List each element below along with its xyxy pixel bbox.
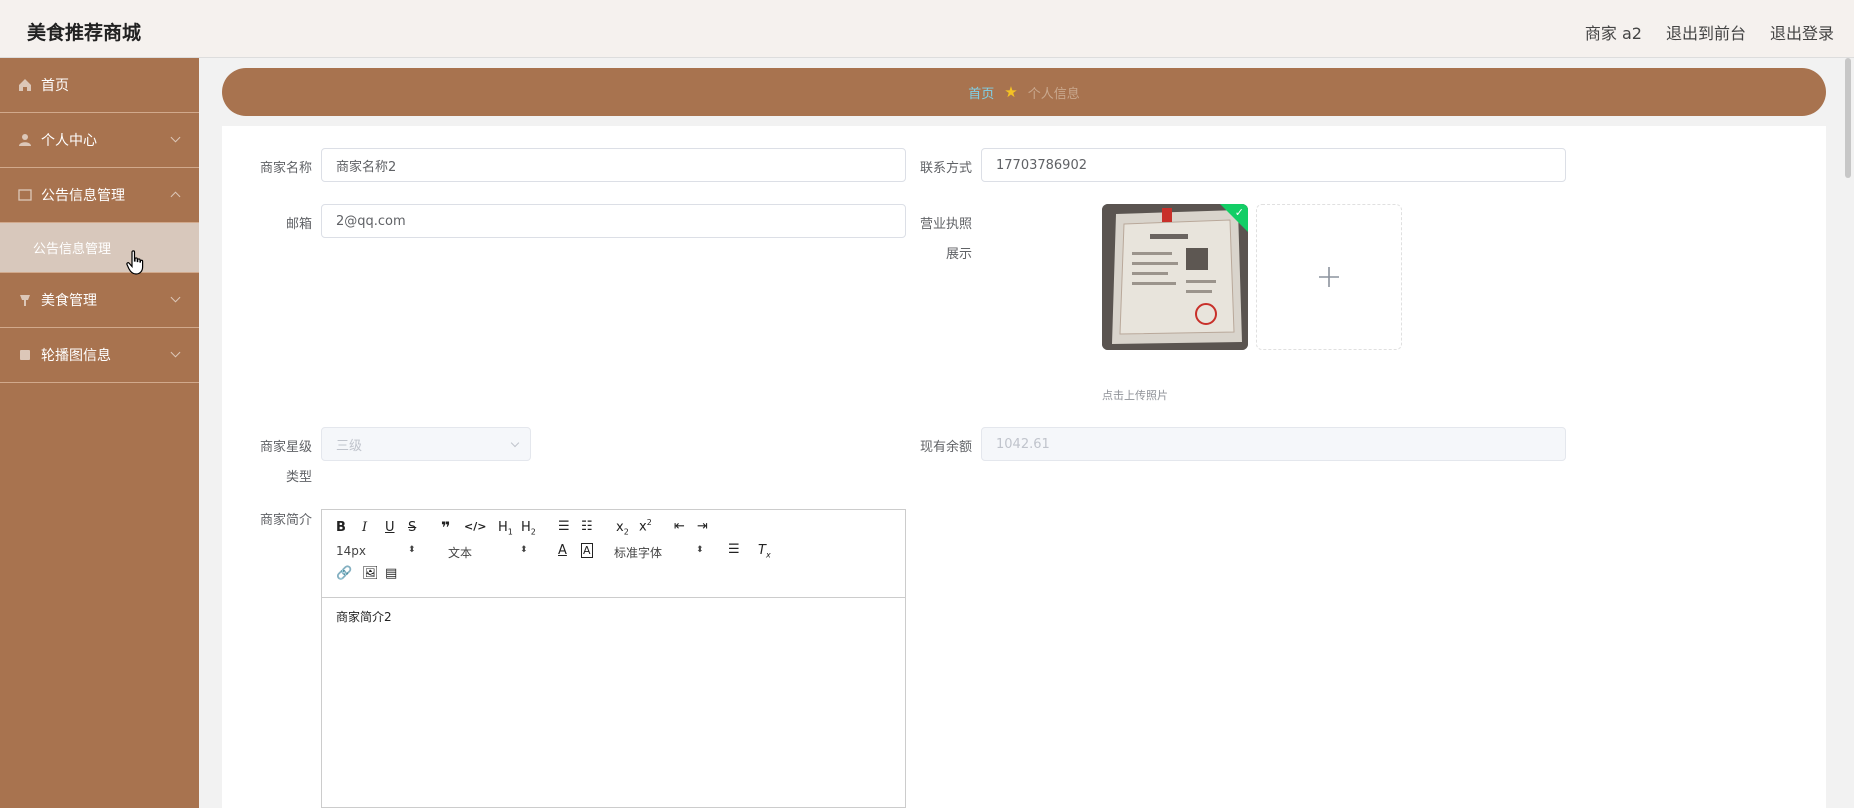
editor-toolbar: B I U S ❞ </> H1 H2 ☰ ☷ x2 x2 ⇤ ⇥ 14px ⬍ xyxy=(322,510,905,598)
rich-text-editor[interactable]: B I U S ❞ </> H1 H2 ☰ ☷ x2 x2 ⇤ ⇥ 14px ⬍ xyxy=(321,509,906,808)
font-family-value: 标准字体 xyxy=(614,546,663,560)
balance-label: 现有余额 xyxy=(919,440,972,455)
main-content: 首页 ★ 个人信息 商家名称 商家名称2 联系方式 17703786902 邮箱… xyxy=(199,58,1854,808)
italic-icon[interactable]: I xyxy=(362,520,367,535)
star-label-cont: 类型 xyxy=(285,470,312,485)
user-label: 商家 a2 xyxy=(1584,24,1642,43)
video-icon[interactable]: ▤ xyxy=(385,566,397,581)
sidebar-item-label: 首页 xyxy=(41,78,69,94)
sidebar-item-food-management[interactable]: 美食管理 xyxy=(0,273,199,328)
carousel-icon xyxy=(20,350,30,360)
link-icon[interactable]: 🔗 xyxy=(336,566,352,581)
sidebar-item-label: 公告信息管理 xyxy=(41,188,125,204)
star-label: 商家星级 xyxy=(259,440,312,455)
top-header: 美食推荐商城 商家 a2 退出到前台 退出登录 xyxy=(0,0,1854,58)
align-icon[interactable]: ☰ xyxy=(728,542,740,557)
sidebar-item-label: 个人中心 xyxy=(41,133,97,149)
hand-cursor-icon xyxy=(126,250,144,275)
sidebar-item-label: 美食管理 xyxy=(41,293,97,309)
sidebar-subitem-notice-management[interactable]: 公告信息管理 xyxy=(0,223,199,273)
image-icon[interactable]: 🖼 xyxy=(362,566,379,581)
plus-icon xyxy=(1319,267,1339,287)
subscript-icon[interactable]: x2 xyxy=(616,520,629,537)
shop-name-value: 商家名称2 xyxy=(336,159,397,175)
check-icon: ✓ xyxy=(1234,206,1244,219)
email-input[interactable]: 2@qq.com xyxy=(321,204,906,238)
shop-name-label: 商家名称 xyxy=(259,161,312,176)
sidebar-item-label: 轮播图信息 xyxy=(41,348,111,364)
food-icon xyxy=(20,295,30,306)
home-icon xyxy=(19,79,31,91)
text-type-select[interactable]: 文本 ⬍ xyxy=(448,544,538,561)
exit-to-front-link[interactable]: 退出到前台 xyxy=(1666,20,1746,44)
business-license-image[interactable]: ✓ xyxy=(1102,204,1248,350)
chevron-down-icon xyxy=(170,292,181,303)
sidebar-item-home[interactable]: 首页 xyxy=(0,58,199,113)
code-icon[interactable]: </> xyxy=(464,520,486,533)
font-family-select[interactable]: 标准字体 ⬍ xyxy=(614,544,704,561)
contact-label: 联系方式 xyxy=(919,161,972,176)
underline-icon[interactable]: U xyxy=(385,520,395,535)
strike-icon[interactable]: S xyxy=(408,520,416,535)
updown-icon: ⬍ xyxy=(520,545,528,555)
license-photo xyxy=(1102,204,1248,350)
editor-content[interactable]: 商家简介2 xyxy=(322,598,905,635)
profile-form: 商家名称 商家名称2 联系方式 17703786902 邮箱 2@qq.com … xyxy=(222,126,1826,808)
license-label: 营业执照 xyxy=(919,217,972,232)
sidebar: 首页 个人中心 公告信息管理 公告信息管理 美食管理 轮播图信息 xyxy=(0,58,199,808)
email-label: 邮箱 xyxy=(285,217,312,232)
upload-hint: 点击上传照片 xyxy=(1102,389,1168,402)
clear-format-icon[interactable]: Tx xyxy=(758,543,771,560)
sidebar-item-label: 公告信息管理 xyxy=(33,242,112,257)
balance-input: 1042.61 xyxy=(981,427,1566,461)
balance-value: 1042.61 xyxy=(996,436,1050,452)
bullet-list-icon[interactable]: ☷ xyxy=(581,519,593,534)
breadcrumb-current: 个人信息 xyxy=(1027,86,1080,102)
star-select: 三级 xyxy=(321,427,531,461)
bg-color-icon[interactable]: A xyxy=(581,543,593,558)
logout-link[interactable]: 退出登录 xyxy=(1770,20,1834,44)
chevron-down-icon xyxy=(510,438,520,448)
breadcrumb-home[interactable]: 首页 xyxy=(968,83,994,102)
ordered-list-icon[interactable]: ☰ xyxy=(558,519,570,534)
updown-icon: ⬍ xyxy=(408,545,416,555)
superscript-icon[interactable]: x2 xyxy=(639,518,652,534)
notice-icon xyxy=(18,189,32,201)
header-links: 商家 a2 退出到前台 退出登录 xyxy=(1585,20,1834,44)
font-size-value: 14px xyxy=(336,544,366,558)
email-value: 2@qq.com xyxy=(336,213,406,229)
upload-button[interactable] xyxy=(1256,204,1402,350)
star-icon: ★ xyxy=(1004,83,1018,101)
updown-icon: ⬍ xyxy=(696,545,704,555)
font-color-icon[interactable]: A xyxy=(558,543,567,558)
shop-name-input[interactable]: 商家名称2 xyxy=(321,148,906,182)
font-size-select[interactable]: 14px ⬍ xyxy=(336,544,416,558)
text-type-value: 文本 xyxy=(448,546,473,560)
scrollbar[interactable] xyxy=(1845,58,1851,178)
sidebar-item-personal-center[interactable]: 个人中心 xyxy=(0,113,199,168)
h2-icon[interactable]: H2 xyxy=(521,520,536,537)
license-label-cont: 展示 xyxy=(945,247,972,262)
user-icon xyxy=(19,134,31,146)
intro-label: 商家简介 xyxy=(259,513,312,528)
quote-icon[interactable]: ❞ xyxy=(441,518,450,537)
sidebar-item-carousel[interactable]: 轮播图信息 xyxy=(0,328,199,383)
bold-icon[interactable]: B xyxy=(336,520,346,535)
breadcrumb: 首页 ★ 个人信息 xyxy=(222,68,1826,116)
indent-icon[interactable]: ⇥ xyxy=(697,519,708,534)
chevron-down-icon xyxy=(170,347,181,358)
outdent-icon[interactable]: ⇤ xyxy=(674,519,685,534)
brand-title: 美食推荐商城 xyxy=(27,22,142,44)
star-value: 三级 xyxy=(336,438,363,454)
h1-icon[interactable]: H1 xyxy=(498,520,513,537)
chevron-down-icon xyxy=(170,132,181,143)
contact-input[interactable]: 17703786902 xyxy=(981,148,1566,182)
sidebar-item-notice-management[interactable]: 公告信息管理 xyxy=(0,168,199,223)
chevron-up-icon xyxy=(170,191,181,202)
contact-value: 17703786902 xyxy=(996,157,1087,173)
